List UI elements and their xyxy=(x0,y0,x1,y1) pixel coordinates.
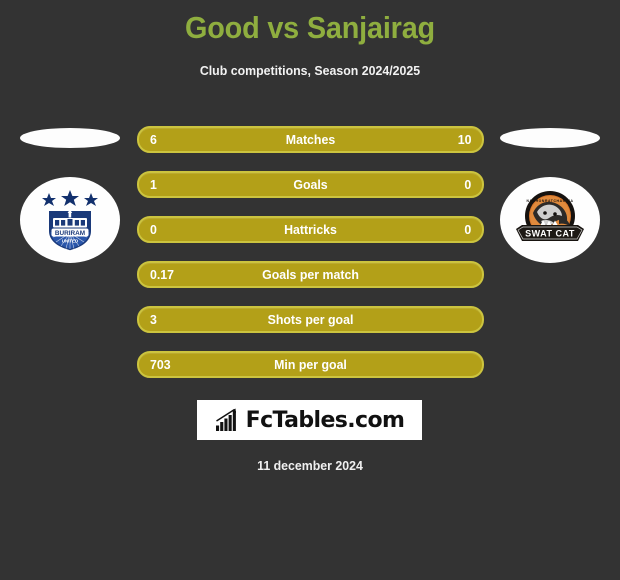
home-logo-cap-ellipse xyxy=(20,128,120,148)
stat-label: Goals per match xyxy=(262,267,359,282)
away-logo-cap-ellipse xyxy=(500,128,600,148)
buriram-united-crest-icon: BURIRAM UNITED xyxy=(42,190,98,252)
away-team-logo: NAKHONRATCHASIMA SWAT CAT xyxy=(500,177,600,263)
home-logo-disc: BURIRAM UNITED xyxy=(20,177,120,263)
page-title: Good vs Sanjairag xyxy=(185,10,435,45)
header: Good vs Sanjairag Club competitions, Sea… xyxy=(0,0,620,79)
bar-chart-growth-icon xyxy=(215,408,236,431)
svg-text:SWAT CAT: SWAT CAT xyxy=(525,229,575,239)
stat-row: 6 Matches 10 xyxy=(137,126,484,153)
stat-row: 0 Hattricks 0 xyxy=(137,216,484,243)
brand-name: FcTables.com xyxy=(245,407,405,433)
svg-text:NAKHONRATCHASIMA: NAKHONRATCHASIMA xyxy=(526,199,573,203)
swat-cat-crest-icon: NAKHONRATCHASIMA SWAT CAT xyxy=(516,191,584,241)
away-logo-disc: NAKHONRATCHASIMA SWAT CAT xyxy=(500,177,600,263)
home-team-logo: BURIRAM UNITED xyxy=(20,177,120,263)
stat-label: Shots per goal xyxy=(267,312,354,327)
footer-date: 11 december 2024 xyxy=(257,458,363,473)
stat-away-value: 0 xyxy=(464,222,471,237)
svg-text:BURIRAM: BURIRAM xyxy=(55,230,85,237)
stat-row: 3 Shots per goal xyxy=(137,306,484,333)
svg-text:UNITED: UNITED xyxy=(62,238,78,243)
stat-label: Min per goal xyxy=(274,357,347,372)
stat-label: Matches xyxy=(285,132,336,147)
stats-comparison-list: 6 Matches 10 1 Goals 0 0 Hattricks 0 0.1… xyxy=(137,126,484,396)
fctables-brand-badge[interactable]: FcTables.com xyxy=(197,400,422,440)
stat-away-value: 10 xyxy=(457,132,471,147)
stat-row: 703 Min per goal xyxy=(137,351,484,378)
stat-row: 0.17 Goals per match xyxy=(137,261,484,288)
stat-away-value: 0 xyxy=(464,177,471,192)
page-subtitle: Club competitions, Season 2024/2025 xyxy=(199,63,421,78)
stat-row: 1 Goals 0 xyxy=(137,171,484,198)
stat-label: Hattricks xyxy=(284,222,337,237)
stat-label: Goals xyxy=(293,177,328,192)
